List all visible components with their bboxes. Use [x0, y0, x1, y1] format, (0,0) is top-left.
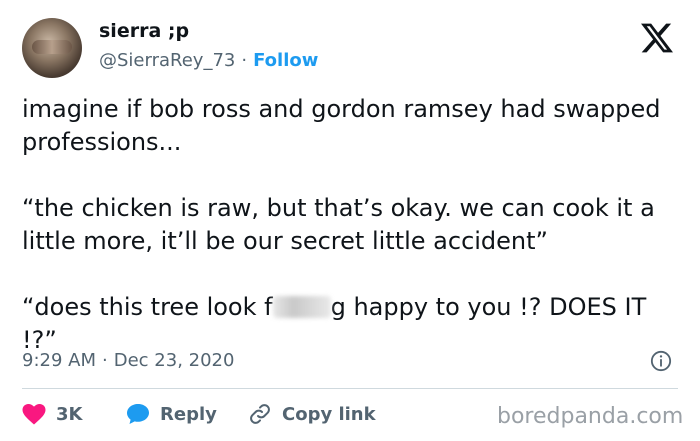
display-name[interactable]: sierra ;p — [99, 20, 189, 42]
copy-link-button[interactable]: Copy link — [248, 400, 376, 428]
info-icon[interactable] — [650, 350, 672, 372]
link-icon — [250, 404, 270, 424]
heart-icon — [22, 404, 46, 425]
timestamp[interactable]: 9:29 AM · Dec 23, 2020 — [22, 350, 234, 371]
tweet-quote-1: “the chicken is raw, but that’s okay. we… — [22, 194, 663, 255]
handle-row: @SierraRey_73 · Follow — [99, 50, 318, 71]
tweet-line-1: imagine if bob ross and gordon ramsey ha… — [22, 95, 669, 156]
like-button[interactable]: 3K — [22, 400, 82, 428]
time-separator: · — [102, 350, 108, 371]
reply-button[interactable]: Reply — [126, 400, 217, 428]
handle-separator: · — [241, 50, 248, 71]
copy-link-label: Copy link — [282, 403, 376, 425]
tweet-time: 9:29 AM — [22, 350, 96, 371]
user-handle[interactable]: @SierraRey_73 — [99, 50, 235, 71]
tweet-quote-2-start: “does this tree look f — [22, 293, 273, 321]
follow-button[interactable]: Follow — [253, 50, 318, 71]
censor-blur — [272, 296, 331, 318]
tweet-text: imagine if bob ross and gordon ramsey ha… — [22, 93, 682, 357]
like-count: 3K — [56, 403, 83, 425]
watermark: boredpanda.com — [497, 404, 684, 429]
reply-label: Reply — [160, 403, 217, 425]
divider — [22, 388, 678, 389]
reply-bubble-icon — [127, 404, 149, 424]
tweet-date: Dec 23, 2020 — [113, 350, 235, 371]
x-logo-icon[interactable] — [640, 22, 674, 54]
avatar[interactable] — [22, 18, 82, 78]
